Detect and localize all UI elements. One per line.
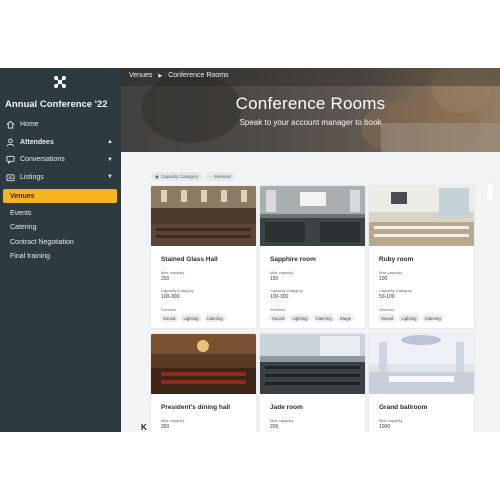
chevron-up-icon[interactable]: ▲ <box>107 139 113 145</box>
page-title: Conference Rooms <box>235 94 386 113</box>
room-photo <box>369 186 474 246</box>
room-card[interactable]: Grand ballroom Max capacity 1000 <box>369 334 474 432</box>
filter-chip-capacity-category[interactable]: ◉ Capacity Category <box>151 172 202 181</box>
main-content: Venues ▶ Conference Rooms Conference Roo… <box>121 68 500 432</box>
service-tag: Sound <box>160 314 179 322</box>
services-label: Services <box>270 307 286 312</box>
room-card[interactable]: Jade room Max capacity 200 <box>260 334 365 432</box>
scroll-handle[interactable] <box>487 184 493 201</box>
capacity-category-value: 100-300 <box>270 294 289 300</box>
room-name: Grand ballroom <box>379 404 428 411</box>
chevron-down-icon[interactable]: ▼ <box>107 174 113 180</box>
sidebar-subitem-final-training[interactable]: Final training <box>0 250 121 265</box>
room-card[interactable]: President's dining hall Max capacity 350 <box>151 334 256 432</box>
sidebar-item-listings[interactable]: Listings ▼ <box>0 169 121 187</box>
max-capacity-value: 100 <box>379 276 388 282</box>
breadcrumb-separator-icon: ▶ <box>158 72 163 79</box>
chevron-down-icon[interactable]: ▼ <box>107 157 113 163</box>
person-icon <box>5 137 15 147</box>
filter-chip-services[interactable]: ◦ Services <box>205 172 235 181</box>
filter-chip-label: Services <box>213 174 231 179</box>
max-capacity-label: Max capacity <box>270 270 294 275</box>
service-tag: Lighting <box>289 314 311 322</box>
service-tag: Lighting <box>398 314 420 322</box>
max-capacity-label: Max capacity <box>379 270 403 275</box>
room-photo <box>260 334 365 394</box>
sidebar-subitem-venues[interactable]: Venues <box>3 189 117 203</box>
room-photo <box>151 334 256 394</box>
logo-icon[interactable] <box>52 74 68 90</box>
service-tag: Catering <box>421 314 444 322</box>
capacity-category-label: Capacity Category <box>379 288 412 293</box>
room-card[interactable]: Ruby room Max capacity 100 Capacity Cate… <box>369 186 474 328</box>
home-icon <box>5 120 15 130</box>
sidebar-item-home[interactable]: Home <box>0 116 121 134</box>
app-title: Annual Conference '22 <box>5 99 108 110</box>
room-name: Jade room <box>270 404 303 411</box>
sidebar-item-attendees[interactable]: Attendees ▲ <box>0 134 121 152</box>
sidebar-subitem-contract-negotiation[interactable]: Contract Negotiation <box>0 235 121 250</box>
room-card[interactable]: Stained Glass Hall Max capacity 250 Capa… <box>151 186 256 328</box>
room-name: Ruby room <box>379 256 414 263</box>
sidebar-item-label: Listings <box>20 173 44 181</box>
max-capacity-label: Max capacity <box>270 418 294 423</box>
service-tag: Stage <box>336 314 354 322</box>
stray-text: K <box>141 423 147 432</box>
max-capacity-value: 250 <box>161 276 170 282</box>
room-photo <box>369 334 474 394</box>
sidebar-item-label: Conversations <box>20 156 65 164</box>
filter-chip-label: Capacity Category <box>160 174 198 179</box>
room-card[interactable]: Sapphire room Max capacity 150 Capacity … <box>260 186 365 328</box>
capacity-category-label: Capacity Category <box>270 288 303 293</box>
service-tag: Catering <box>312 314 335 322</box>
capacity-category-value: 100-300 <box>161 294 180 300</box>
capacity-category-value: 50-100 <box>379 294 395 300</box>
service-tags: Sound Lighting Catering <box>378 314 444 322</box>
capacity-category-label: Capacity Category <box>161 288 194 293</box>
service-tags: Sound Lighting Catering Stage <box>269 314 354 322</box>
filter-icon: ◉ <box>155 173 159 179</box>
sidebar-subitem-catering[interactable]: Catering <box>0 221 121 236</box>
breadcrumb-item-venues[interactable]: Venues <box>129 72 152 79</box>
chat-icon <box>5 155 15 165</box>
filter-bar: ◉ Capacity Category ◦ Services <box>151 172 235 181</box>
hero-banner: Venues ▶ Conference Rooms Conference Roo… <box>121 68 500 152</box>
max-capacity-label: Max capacity <box>161 270 185 275</box>
services-label: Services <box>379 307 395 312</box>
sidebar-nav: Home Attendees ▲ Conversations ▼ Listing… <box>0 116 121 264</box>
service-tags: Sound Lighting Catering <box>160 314 226 322</box>
sidebar-item-label: Home <box>20 121 39 129</box>
max-capacity-value: 350 <box>161 424 170 430</box>
service-tag: Lighting <box>180 314 202 322</box>
service-tag: Sound <box>269 314 288 322</box>
max-capacity-label: Max capacity <box>161 418 185 423</box>
max-capacity-label: Max capacity <box>379 418 403 423</box>
sidebar-item-label: Attendees <box>20 138 54 146</box>
max-capacity-value: 200 <box>270 424 279 430</box>
service-tag: Catering <box>203 314 226 322</box>
page-subtitle: Speak to your account manager to book <box>239 118 382 127</box>
room-name: Stained Glass Hall <box>161 256 218 263</box>
sidebar-item-conversations[interactable]: Conversations ▼ <box>0 151 121 169</box>
filter-icon: ◦ <box>209 174 212 179</box>
service-tag: Sound <box>378 314 397 322</box>
room-photo <box>151 186 256 246</box>
sidebar-subitem-events[interactable]: Events <box>0 206 121 221</box>
listings-icon <box>5 172 15 182</box>
breadcrumb-item-current: Conference Rooms <box>168 72 229 79</box>
room-name: Sapphire room <box>270 256 316 263</box>
room-photo <box>260 186 365 246</box>
max-capacity-value: 150 <box>270 276 279 282</box>
sidebar: Annual Conference '22 Home Attendees ▲ C <box>0 68 121 432</box>
room-name: President's dining hall <box>161 404 231 411</box>
services-label: Services <box>161 307 177 312</box>
app-window: Annual Conference '22 Home Attendees ▲ C <box>0 68 500 432</box>
breadcrumb: Venues ▶ Conference Rooms <box>129 72 229 79</box>
max-capacity-value: 1000 <box>379 424 391 430</box>
